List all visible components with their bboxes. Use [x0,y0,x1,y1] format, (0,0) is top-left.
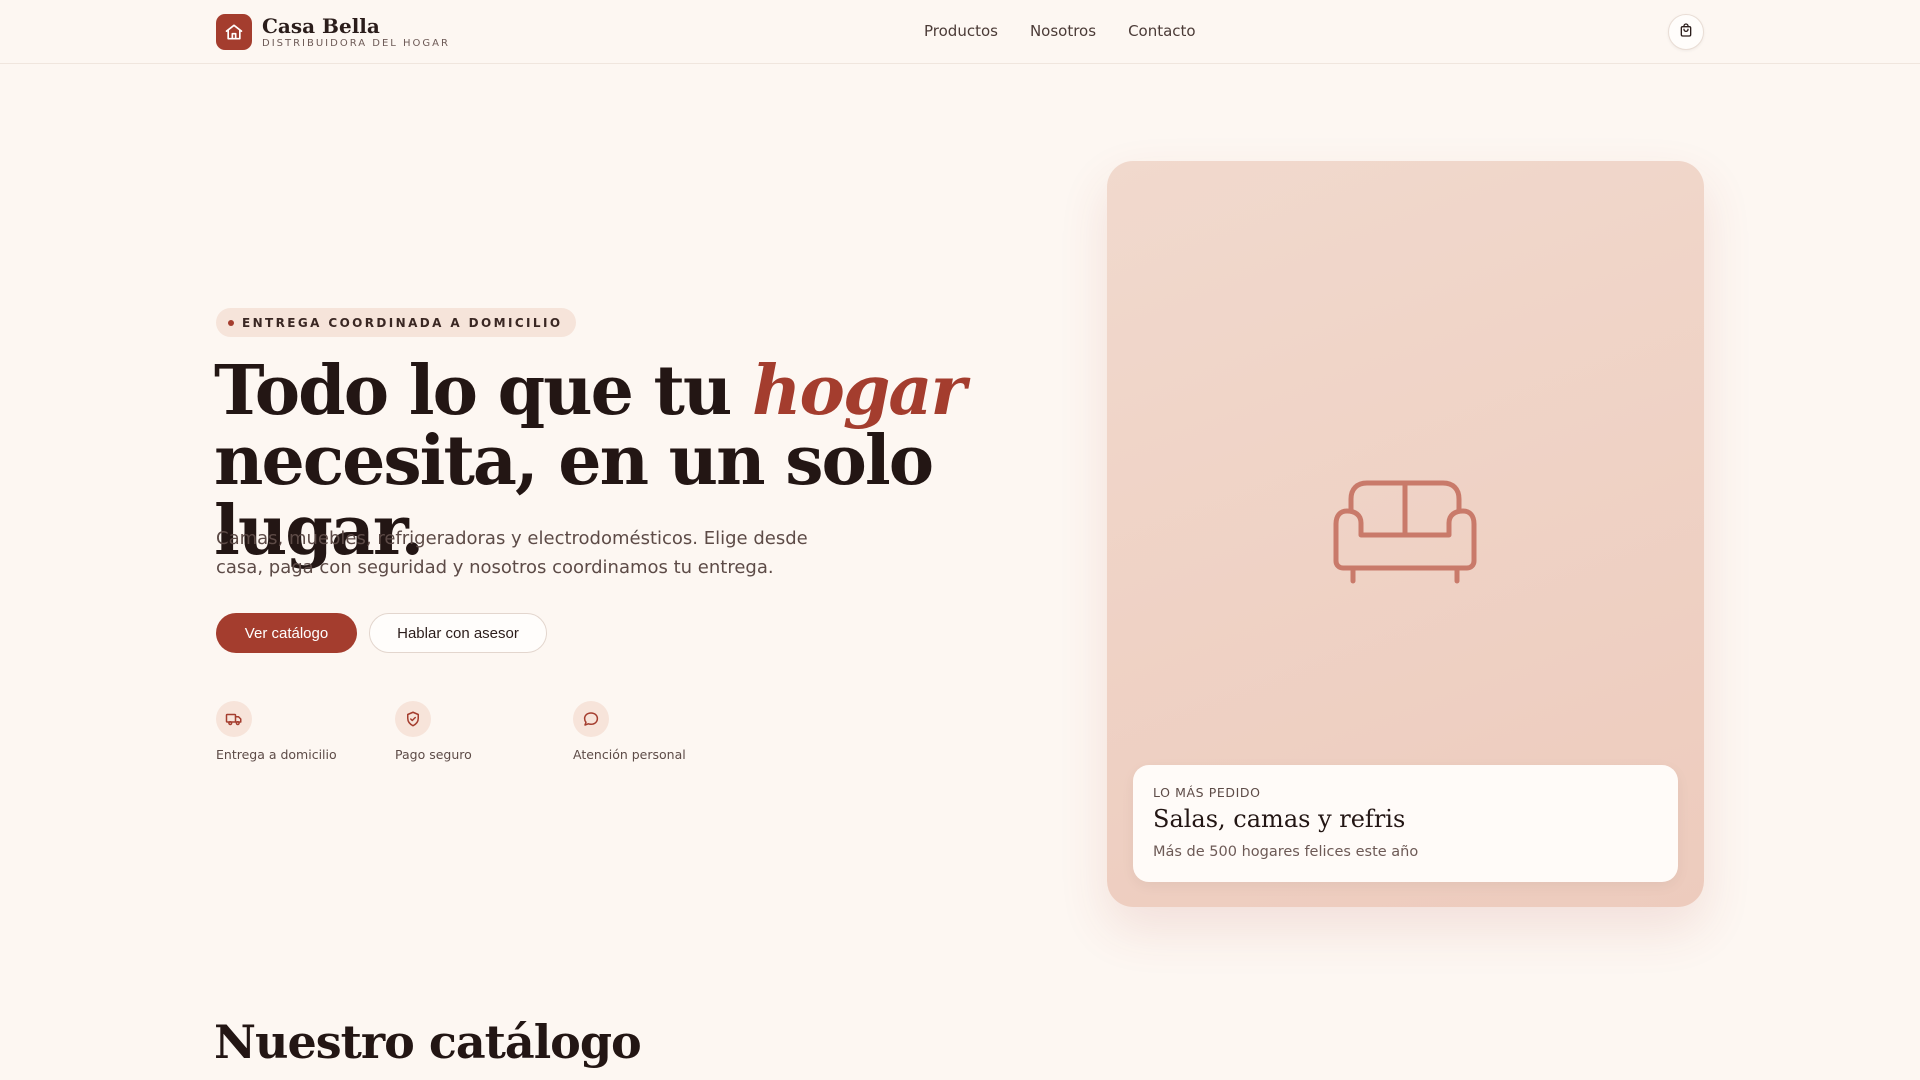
info-kicker: LO MÁS PEDIDO [1153,785,1261,800]
nav-link-productos[interactable]: Productos [924,22,998,40]
hero-description: Camas, muebles, refrigeradoras y electro… [216,528,808,578]
brand-tagline: DISTRIBUIDORA DEL HOGAR [262,38,450,49]
info-title: Salas, camas y refris [1153,805,1406,833]
nav-link-nosotros[interactable]: Nosotros [1030,22,1096,40]
main-nav: Productos Nosotros Contacto [924,22,1228,40]
top-navigation-bar: Casa Bella DISTRIBUIDORA DEL HOGAR Produ… [0,0,1920,64]
shopping-bag-icon [1678,22,1694,42]
info-subtitle: Más de 500 hogares felices este año [1153,844,1419,860]
catalog-section-title: Nuestro catálogo [214,1015,642,1069]
delivery-badge: ENTREGA COORDINADA A DOMICILIO [216,308,577,337]
best-seller-info-card[interactable]: LO MÁS PEDIDO Salas, camas y refris Más … [1133,765,1678,882]
badge-text: ENTREGA COORDINADA A DOMICILIO [242,315,563,330]
shield-check-icon [395,701,431,737]
brand-logo-link[interactable]: Casa Bella DISTRIBUIDORA DEL HOGAR [216,14,450,50]
home-icon [216,14,252,50]
truck-icon [216,701,252,737]
chat-bubble-icon [573,701,609,737]
view-catalog-button[interactable]: Ver catálogo [216,613,357,653]
nav-link-contacto[interactable]: Contacto [1128,22,1196,40]
feature-label: Atención personal [573,747,686,762]
feature-label: Entrega a domicilio [216,747,337,762]
feature-delivery: Entrega a domicilio [216,701,386,762]
headline-accent: hogar [752,351,966,431]
featured-products-card: LO MÁS PEDIDO Salas, camas y refris Más … [1107,161,1704,907]
feature-secure-payment: Pago seguro [395,701,565,762]
talk-to-advisor-button[interactable]: Hablar con asesor [369,613,547,653]
feature-personal-support: Atención personal [573,701,743,762]
feature-label: Pago seguro [395,747,472,762]
badge-dot [228,320,234,326]
cart-button[interactable] [1668,14,1704,50]
sofa-icon [1333,469,1477,593]
headline-part-1: Todo lo que tu [214,351,753,431]
brand-name: Casa Bella [262,14,380,38]
